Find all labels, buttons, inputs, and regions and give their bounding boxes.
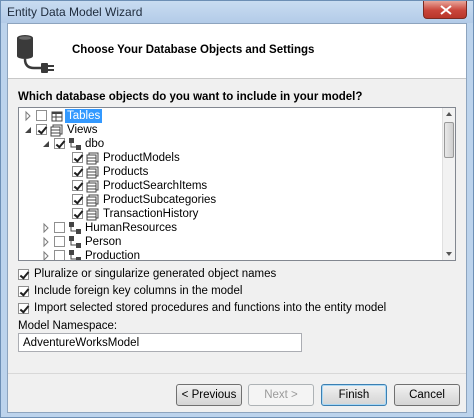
tree-label-views: Views	[67, 124, 98, 136]
tree-label-schema: HumanResources	[85, 222, 178, 234]
view-checkbox[interactable]	[72, 152, 83, 163]
view-checkbox[interactable]	[72, 194, 83, 205]
namespace-label: Model Namespace:	[18, 320, 118, 332]
tree-label-view: ProductSubcategories	[103, 194, 217, 206]
window-title: Entity Data Model Wizard	[7, 5, 143, 19]
tree-node-schema[interactable]: Production	[41, 249, 441, 261]
database-objects-tree[interactable]: Tables Views dbo ProductModels Products …	[18, 107, 456, 261]
tree-vertical-scrollbar[interactable]	[442, 108, 455, 260]
tree-label-view: Products	[103, 166, 149, 178]
expand-arrow-icon[interactable]	[41, 249, 51, 261]
namespace-input[interactable]	[18, 333, 302, 352]
schema-icon	[69, 250, 81, 260]
collapse-arrow-icon[interactable]	[23, 123, 33, 137]
view-icon	[86, 166, 99, 179]
cancel-button[interactable]: Cancel	[394, 384, 460, 406]
views-checkbox[interactable]	[36, 124, 47, 135]
footer-divider	[8, 373, 466, 374]
previous-button[interactable]: < Previous	[176, 384, 242, 406]
tree-node-schema[interactable]: HumanResources	[41, 221, 441, 235]
schema-checkbox[interactable]	[54, 236, 65, 247]
foreign-keys-checkbox[interactable]	[18, 286, 29, 297]
tree-node-schema[interactable]: Person	[41, 235, 441, 249]
wizard-client: Choose Your Database Objects and Setting…	[7, 23, 467, 413]
expand-arrow-icon[interactable]	[41, 235, 51, 249]
import-procedures-checkbox[interactable]	[18, 303, 29, 314]
pluralize-checkbox[interactable]	[18, 269, 29, 280]
view-checkbox[interactable]	[72, 180, 83, 191]
view-icon	[86, 180, 99, 193]
tree-node-dbo[interactable]: dbo	[41, 137, 441, 151]
tree-label-view: ProductSearchItems	[103, 180, 208, 192]
database-plug-icon	[14, 30, 58, 77]
close-icon	[440, 5, 452, 15]
tree-node-views[interactable]: Views	[23, 123, 443, 137]
view-icon	[86, 194, 99, 207]
views-icon	[50, 124, 63, 137]
schema-icon	[69, 138, 81, 150]
schema-icon	[69, 236, 81, 248]
import-procedures-label[interactable]: Import selected stored procedures and fu…	[34, 302, 386, 315]
tree-label-view: TransactionHistory	[103, 208, 199, 220]
tree-label-schema: Production	[85, 250, 140, 261]
tree-label-schema: Person	[85, 236, 122, 248]
expand-arrow-icon[interactable]	[41, 221, 51, 235]
objects-question-label: Which database objects do you want to in…	[18, 91, 363, 103]
view-icon	[86, 208, 99, 221]
title-bar[interactable]: Entity Data Model Wizard	[1, 1, 473, 23]
view-icon	[86, 152, 99, 165]
finish-button[interactable]: Finish	[321, 384, 387, 406]
view-checkbox[interactable]	[72, 208, 83, 219]
schema-icon	[69, 222, 81, 234]
scroll-thumb[interactable]	[444, 122, 454, 158]
tree-node-view[interactable]: ProductModels	[59, 151, 439, 165]
next-button[interactable]: Next >	[248, 384, 314, 406]
scroll-up-icon[interactable]	[443, 108, 455, 121]
dbo-checkbox[interactable]	[54, 138, 65, 149]
tree-node-view[interactable]: ProductSearchItems	[59, 179, 439, 193]
collapse-arrow-icon[interactable]	[41, 137, 51, 151]
wizard-window: Entity Data Model Wizard Choose Your Dat…	[0, 0, 474, 418]
tree-node-view[interactable]: ProductSubcategories	[59, 193, 439, 207]
tables-icon	[51, 111, 63, 122]
tables-checkbox[interactable]	[36, 110, 47, 121]
view-checkbox[interactable]	[72, 166, 83, 177]
wizard-header: Choose Your Database Objects and Setting…	[8, 24, 466, 79]
close-button[interactable]	[423, 1, 467, 19]
tree-node-view[interactable]: Products	[59, 165, 439, 179]
scroll-down-icon[interactable]	[443, 247, 455, 260]
tree-label-tables: Tables	[65, 109, 103, 123]
tree-node-tables[interactable]: Tables	[23, 109, 443, 123]
expand-arrow-icon[interactable]	[23, 109, 33, 123]
page-title: Choose Your Database Objects and Setting…	[72, 44, 315, 56]
foreign-keys-label[interactable]: Include foreign key columns in the model	[34, 285, 242, 298]
schema-checkbox[interactable]	[54, 222, 65, 233]
tree-label-view: ProductModels	[103, 152, 180, 164]
tree-node-view[interactable]: TransactionHistory	[59, 207, 439, 221]
schema-checkbox[interactable]	[54, 250, 65, 260]
tree-label-dbo: dbo	[85, 138, 105, 150]
pluralize-label[interactable]: Pluralize or singularize generated objec…	[34, 268, 276, 281]
